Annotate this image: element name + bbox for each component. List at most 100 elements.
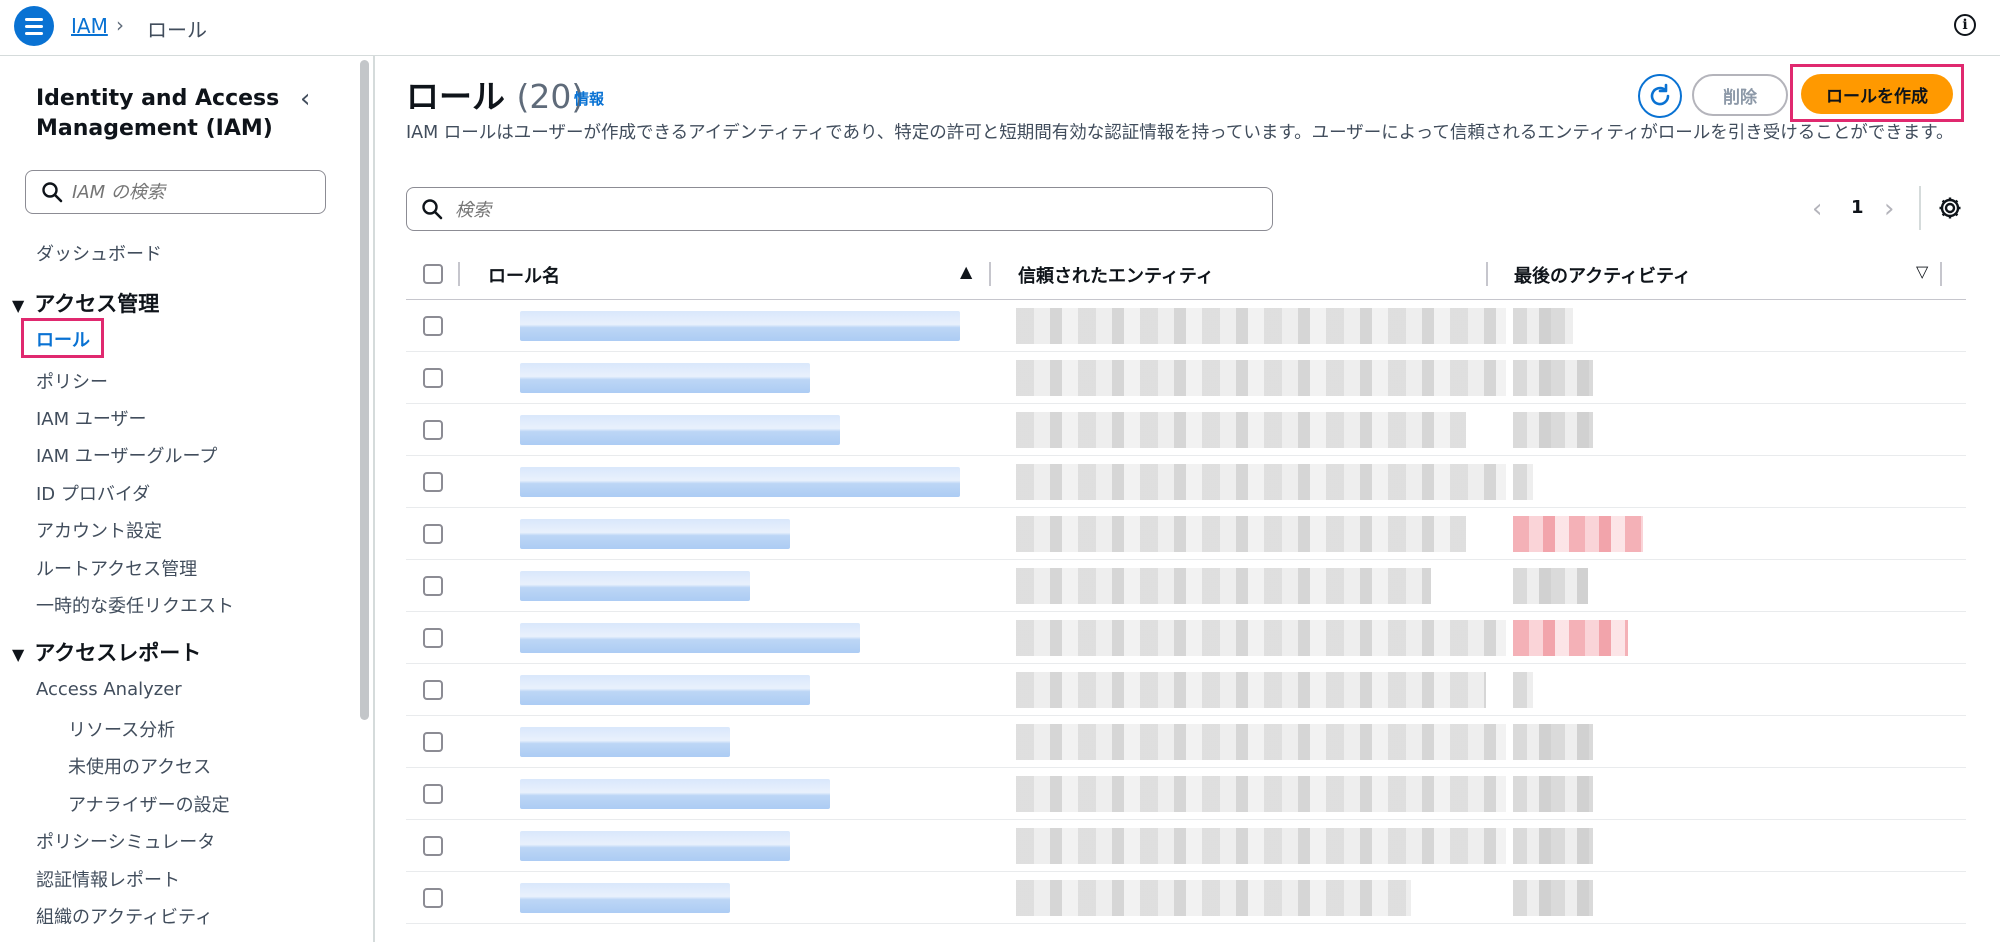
redacted-entity — [1016, 568, 1431, 604]
delete-button[interactable]: 削除 — [1692, 74, 1788, 116]
search-icon — [422, 199, 443, 220]
row-checkbox[interactable] — [423, 732, 443, 752]
sidebar-item-iam-user-groups[interactable]: IAM ユーザーグループ — [36, 442, 217, 468]
page-number[interactable]: 1 — [1851, 197, 1864, 218]
row-checkbox[interactable] — [423, 888, 443, 908]
redacted-activity — [1513, 828, 1593, 864]
sidebar-item-access-analyzer[interactable]: Access Analyzer — [36, 679, 182, 700]
row-checkbox[interactable] — [423, 836, 443, 856]
table-row[interactable] — [406, 768, 1966, 820]
sidebar-item-policies[interactable]: ポリシー — [36, 368, 108, 394]
sidebar-item-roles-highlight[interactable]: ロール — [21, 318, 104, 358]
table-row[interactable] — [406, 612, 1966, 664]
chevron-left-icon[interactable]: ‹ — [300, 84, 310, 114]
info-link[interactable]: 情報 — [574, 88, 604, 109]
table-row[interactable] — [406, 664, 1966, 716]
table-row[interactable] — [406, 508, 1966, 560]
chevron-left-icon[interactable]: ‹ — [1812, 194, 1822, 224]
create-role-button[interactable]: ロールを作成 — [1801, 74, 1953, 114]
redacted-role-name[interactable] — [520, 363, 810, 393]
redacted-role-name[interactable] — [520, 623, 860, 653]
breadcrumb-iam-link[interactable]: IAM — [71, 14, 108, 38]
redacted-entity — [1016, 880, 1411, 916]
row-checkbox[interactable] — [423, 420, 443, 440]
settings-gear-icon[interactable] — [1937, 195, 1963, 221]
redacted-role-name[interactable] — [520, 831, 790, 861]
chevron-right-icon: › — [116, 13, 124, 37]
sidebar-item-dashboard[interactable]: ダッシュボード — [36, 240, 162, 266]
sidebar-item-org-activity[interactable]: 組織のアクティビティ — [36, 903, 213, 929]
sort-descending-icon[interactable]: ▽ — [1916, 262, 1928, 281]
table-row[interactable] — [406, 352, 1966, 404]
redacted-role-name[interactable] — [520, 779, 830, 809]
redacted-role-name[interactable] — [520, 727, 730, 757]
sidebar-section-access-mgmt[interactable]: ▼ アクセス管理 — [12, 288, 159, 318]
sidebar-item-unused-access[interactable]: 未使用のアクセス — [68, 753, 211, 779]
table-search[interactable] — [406, 187, 1273, 231]
table-row[interactable] — [406, 300, 1966, 352]
redacted-role-name[interactable] — [520, 415, 840, 445]
row-checkbox[interactable] — [423, 472, 443, 492]
redacted-role-name[interactable] — [520, 675, 810, 705]
sidebar-title: Identity and Access Management (IAM) — [36, 86, 280, 141]
column-divider[interactable] — [989, 262, 991, 286]
redacted-activity — [1513, 516, 1643, 552]
sidebar-search[interactable] — [25, 170, 326, 214]
table-row[interactable] — [406, 456, 1966, 508]
redacted-entity — [1016, 412, 1466, 448]
sidebar-item-iam-users[interactable]: IAM ユーザー — [36, 405, 147, 431]
redacted-activity — [1513, 412, 1593, 448]
table-row[interactable] — [406, 872, 1966, 924]
sidebar-section-access-reports[interactable]: ▼ アクセスレポート — [12, 637, 201, 667]
redacted-role-name[interactable] — [520, 519, 790, 549]
row-checkbox[interactable] — [423, 524, 443, 544]
refresh-button[interactable] — [1638, 74, 1682, 118]
redacted-role-name[interactable] — [520, 883, 730, 913]
redacted-role-name[interactable] — [520, 571, 750, 601]
redacted-role-name[interactable] — [520, 467, 960, 497]
row-checkbox[interactable] — [423, 628, 443, 648]
select-all-checkbox[interactable] — [423, 264, 443, 284]
table-row[interactable] — [406, 404, 1966, 456]
row-checkbox[interactable] — [423, 680, 443, 700]
page-title: ロール (20) — [406, 70, 584, 118]
info-icon[interactable]: i — [1954, 14, 1976, 36]
row-checkbox[interactable] — [423, 576, 443, 596]
column-header-last-activity[interactable]: 最後のアクティビティ — [1514, 262, 1691, 288]
collapse-triangle-icon: ▼ — [12, 296, 25, 315]
sidebar-item-root-access[interactable]: ルートアクセス管理 — [36, 555, 197, 581]
row-checkbox[interactable] — [423, 368, 443, 388]
sidebar-item-id-providers[interactable]: ID プロバイダ — [36, 480, 150, 506]
table-search-input[interactable] — [455, 196, 1235, 224]
sidebar-item-analyzer-settings[interactable]: アナライザーの設定 — [68, 791, 230, 817]
row-checkbox[interactable] — [423, 784, 443, 804]
sidebar-item-credential-report[interactable]: 認証情報レポート — [36, 866, 180, 892]
column-header-trusted-entities[interactable]: 信頼されたエンティティ — [1018, 262, 1214, 288]
sidebar-item-resource-analysis[interactable]: リソース分析 — [68, 716, 175, 742]
column-header-role-name[interactable]: ロール名 — [488, 262, 560, 288]
column-divider[interactable] — [1486, 262, 1488, 286]
redacted-entity — [1016, 776, 1506, 812]
chevron-right-icon[interactable]: › — [1884, 194, 1894, 224]
refresh-icon — [1650, 83, 1670, 106]
sidebar-scrollbar[interactable] — [355, 56, 375, 942]
create-role-highlight: ロールを作成 — [1790, 64, 1964, 122]
sort-ascending-icon[interactable]: ▲ — [960, 262, 972, 281]
section-label: アクセス管理 — [34, 292, 160, 316]
breadcrumb-current: ロール — [147, 18, 207, 42]
sidebar-search-input[interactable] — [72, 178, 312, 206]
row-checkbox[interactable] — [423, 316, 443, 336]
sidebar: Identity and Access Management (IAM) ‹ ダ… — [0, 56, 355, 942]
sidebar-item-policy-simulator[interactable]: ポリシーシミュレータ — [36, 828, 215, 854]
scrollbar-thumb[interactable] — [360, 60, 369, 720]
table-row[interactable] — [406, 716, 1966, 768]
table-row[interactable] — [406, 560, 1966, 612]
redacted-activity — [1513, 880, 1593, 916]
sidebar-item-temp-delegation[interactable]: 一時的な委任リクエスト — [36, 592, 234, 618]
redacted-role-name[interactable] — [520, 311, 960, 341]
menu-icon[interactable] — [14, 6, 54, 46]
divider — [1919, 186, 1921, 230]
redacted-entity — [1016, 828, 1506, 864]
table-row[interactable] — [406, 820, 1966, 872]
sidebar-item-account-settings[interactable]: アカウント設定 — [36, 517, 162, 543]
